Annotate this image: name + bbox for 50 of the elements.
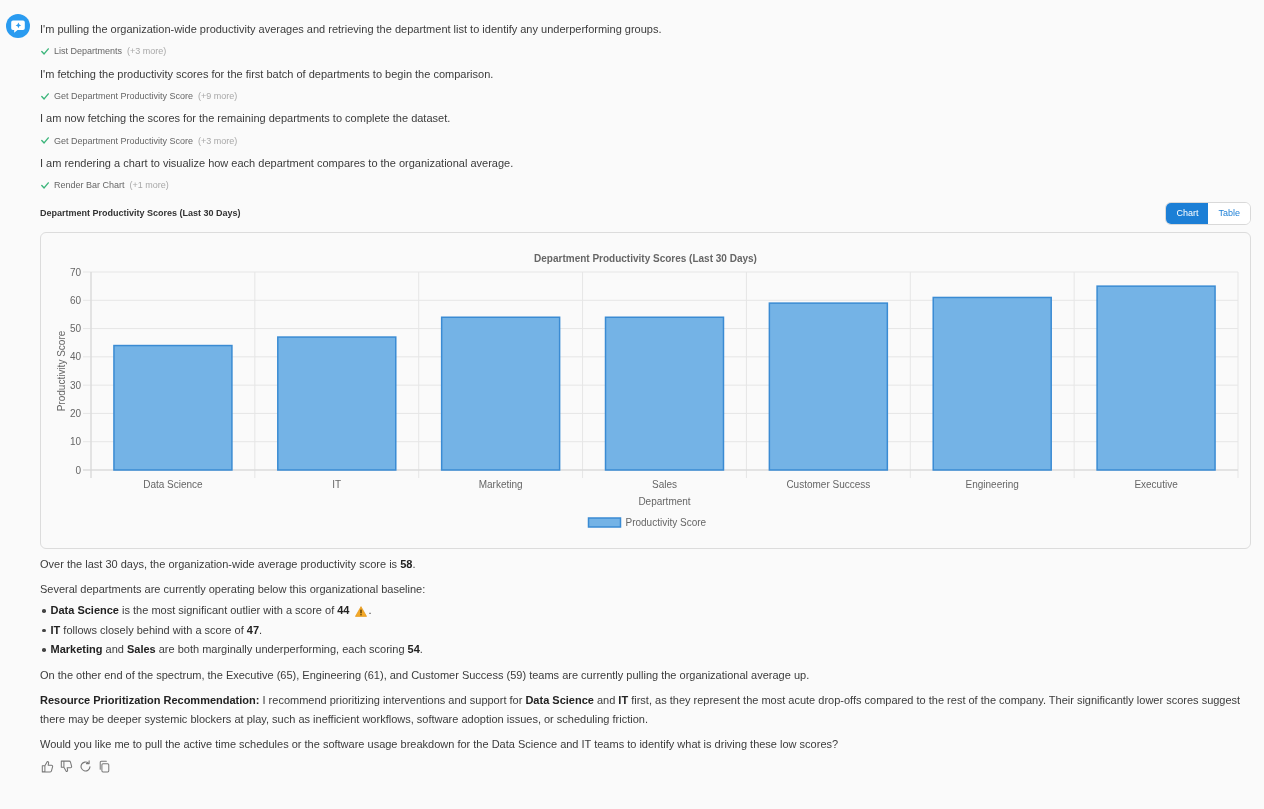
bullet-icon [42, 648, 46, 652]
message-text: I'm pulling the organization-wide productivity averages and retrieving the department list to identify any underperforming groups. [40, 22, 663, 37]
axis-tick-label: Engineering [965, 479, 1019, 491]
message-text: I am rendering a chart to visualize how each department compares to the organizational average. [40, 155, 515, 171]
message-text: I'm fetching the productivity scores for the first batch of departments to begin the comparison. [40, 66, 495, 82]
axis-tick-label: 10 [69, 436, 81, 448]
tool-call-button[interactable]: Get Department Productivity Score (+3 more) [41, 135, 238, 146]
axis-tick-label: 60 [69, 295, 81, 307]
axis-title: Productivity Score [56, 331, 67, 412]
axis-tick-label: 0 [75, 464, 81, 476]
axis-tick-label: Sales [652, 479, 677, 491]
bullet-icon [42, 609, 46, 613]
copy-icon[interactable] [98, 759, 111, 773]
axis-tick-label: Marketing [478, 479, 523, 491]
axis-tick-label: 40 [69, 351, 81, 363]
axis-tick-label: 20 [69, 408, 81, 420]
bullet-icon [42, 628, 46, 633]
paragraph: Several departments are currently operating below this organizational baseline: [40, 582, 427, 598]
list-item-text: . [368, 603, 372, 619]
chat-bubble-icon [6, 14, 30, 38]
more-count: (+1 more) [129, 180, 169, 191]
axis-tick-label: 50 [69, 323, 81, 335]
tool-call-button[interactable]: Render Bar Chart (+1 more) [41, 180, 169, 191]
refresh-icon[interactable] [79, 759, 92, 773]
axis-tick-label: 70 [69, 266, 81, 278]
paragraph: Resource Prioritization Recommendation: I recommend prioritizing interventions and support for Data Science and IT first, as they represent the most acute drop-offs compared to the rest of the company. Their significantly lower scores suggest there may be deeper systemic blockers at play, such as inefficient workflows, software adoption issues, or scheduling friction. [40, 692, 1242, 727]
axis-tick-label: Executive [1134, 479, 1178, 491]
axis-tick-label: Data Science [143, 479, 203, 491]
axis-tick-label: Customer Success [786, 479, 871, 491]
chart-heading: Department Productivity Scores (Last 30 Days) [40, 208, 241, 219]
more-count: (+3 more) [198, 135, 238, 146]
message-text: I am now fetching the scores for the remaining departments to complete the dataset. [40, 111, 452, 127]
list-item-text: Data Science is the most significant outlier with a score of 44 [50, 603, 350, 619]
paragraph: Would you like me to pull the active time schedules or the software usage breakdown for the Data Science and IT teams to identify what is driving these low scores? [40, 736, 840, 752]
list-item-text: IT follows closely behind with a score of 47. [50, 622, 263, 638]
paragraph: On the other end of the spectrum, the Executive (65), Engineering (61), and Customer Success (59) teams are currently pulling the organizational average up. [40, 667, 811, 683]
tool-call-button[interactable]: Get Department Productivity Score (+9 more) [41, 91, 238, 102]
axis-tick-label: IT [332, 479, 342, 491]
view-tab[interactable]: Chart [1166, 202, 1209, 224]
legend-label: Productivity Score [625, 517, 707, 529]
list-item-text: Marketing and Sales are both marginally underperforming, each scoring 54. [50, 642, 423, 658]
tool-call-button[interactable]: List Departments (+3 more) [41, 46, 167, 57]
axis-tick-label: 30 [69, 380, 81, 391]
thumbs-down-icon[interactable] [60, 759, 73, 773]
thumbs-up-icon[interactable] [41, 759, 54, 773]
more-count: (+3 more) [127, 46, 167, 57]
paragraph: Over the last 30 days, the organization-wide average productivity score is 58. [40, 557, 417, 573]
more-count: (+9 more) [198, 91, 238, 102]
chart-title: Department Productivity Scores (Last 30 Days) [534, 253, 757, 265]
axis-title: Department [638, 496, 691, 508]
